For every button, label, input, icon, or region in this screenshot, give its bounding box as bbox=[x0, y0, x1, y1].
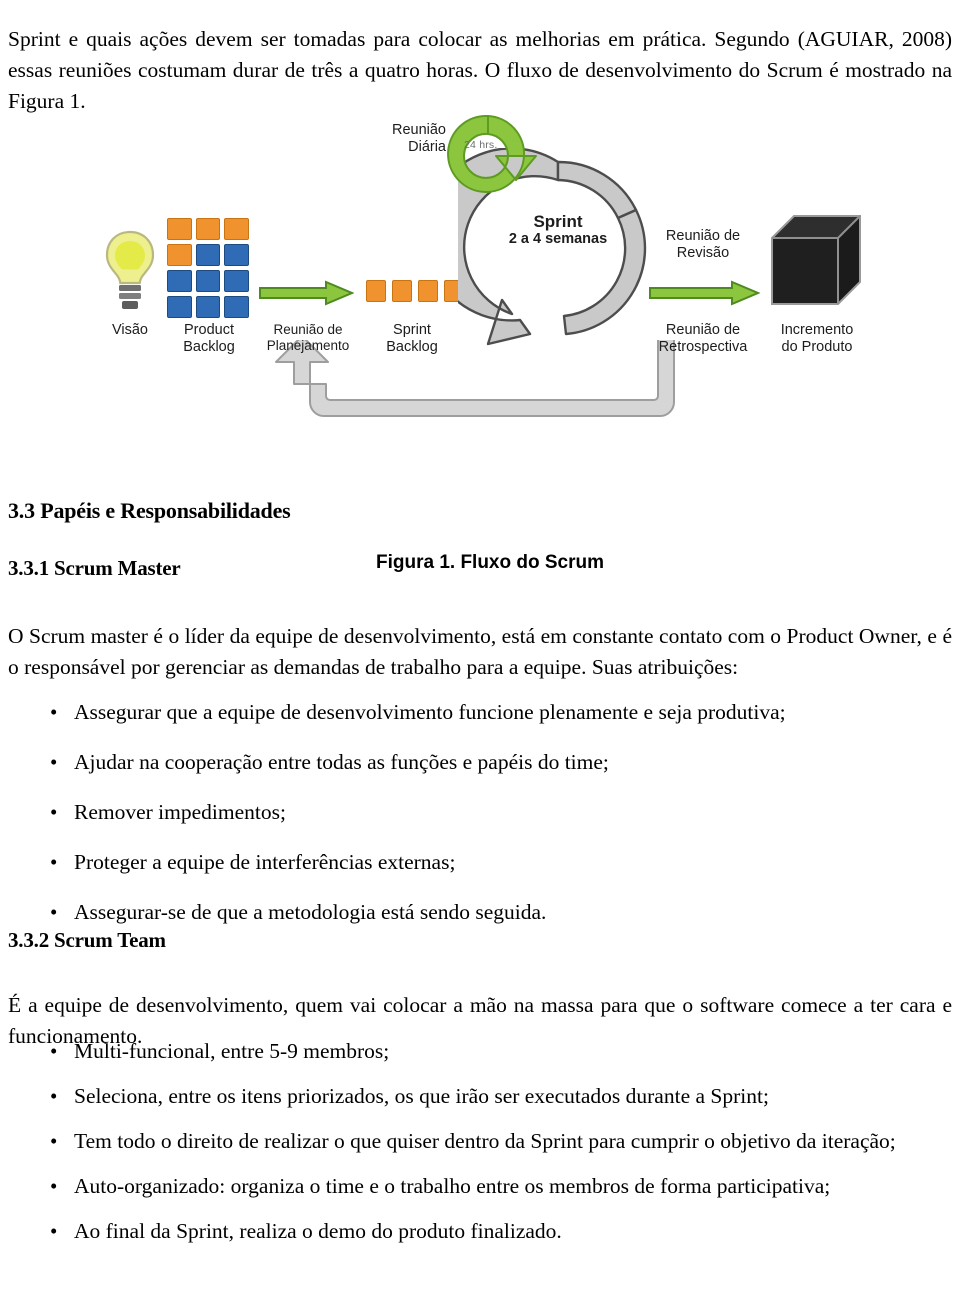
list-item: • Ao final da Sprint, realiza o demo do … bbox=[8, 1216, 952, 1247]
backlog-cell bbox=[224, 218, 249, 240]
vision-label: Visão bbox=[84, 322, 176, 339]
product-backlog-grid bbox=[167, 218, 249, 318]
product-backlog-label-line2: Backlog bbox=[183, 338, 235, 355]
review-meeting-label: Reunião de Revisão bbox=[642, 228, 764, 262]
sprint-backlog-items bbox=[366, 280, 464, 302]
scrum-team-bullet-list: • Multi-funcional, entre 5-9 membros; • … bbox=[8, 1036, 952, 1261]
product-increment-label: Incremento do Produto bbox=[762, 322, 872, 356]
list-item: • Tem todo o direito de realizar o que q… bbox=[8, 1126, 952, 1157]
backlog-cell bbox=[195, 270, 221, 292]
product-increment-label-line1: Incremento bbox=[780, 322, 854, 338]
list-item: • Auto-organizado: organiza o time e o t… bbox=[8, 1171, 952, 1202]
planning-meeting-label-line2: Planejamento bbox=[266, 337, 350, 353]
backlog-cell bbox=[224, 296, 249, 318]
list-item-text: Auto-organizado: organiza o time e o tra… bbox=[74, 1174, 831, 1198]
list-item-text: Proteger a equipe de interferências exte… bbox=[74, 850, 456, 874]
bullet-glyph: • bbox=[50, 1174, 58, 1198]
list-item-text: Ajudar na cooperação entre todas as funç… bbox=[74, 750, 609, 774]
bullet-glyph: • bbox=[50, 750, 58, 774]
list-item: • Assegurar-se de que a metodologia está… bbox=[8, 897, 952, 928]
bullet-glyph: • bbox=[50, 1084, 58, 1108]
backlog-cell bbox=[195, 296, 221, 318]
list-item: • Ajudar na cooperação entre todas as fu… bbox=[8, 747, 952, 778]
backlog-cell bbox=[167, 296, 192, 318]
list-item-text: Multi-funcional, entre 5-9 membros; bbox=[74, 1039, 390, 1063]
sprint-cycle-label: Sprint 2 a 4 semanas bbox=[478, 212, 638, 247]
heading-3-3-1: 3.3.1 Scrum Master bbox=[8, 556, 181, 580]
heading-3-3: 3.3 Papéis e Responsabilidades bbox=[8, 498, 291, 523]
backlog-cell bbox=[167, 244, 192, 266]
product-backlog-label: Product Backlog bbox=[166, 322, 252, 356]
sprint-backlog-cell bbox=[392, 280, 412, 302]
retrospective-feedback-loop-icon bbox=[240, 340, 710, 450]
planning-meeting-label-line1: Reunião de bbox=[273, 322, 343, 337]
product-increment-label-line2: do Produto bbox=[781, 338, 853, 355]
list-item: • Proteger a equipe de interferências ex… bbox=[8, 847, 952, 878]
backlog-cell bbox=[167, 218, 192, 240]
retrospective-meeting-label-line1: Reunião de bbox=[665, 322, 741, 338]
daily-meeting-label: Reunião Diária bbox=[354, 122, 446, 156]
review-arrow-icon bbox=[648, 280, 760, 306]
backlog-cell bbox=[224, 270, 249, 292]
product-backlog-label-line1: Product bbox=[184, 322, 234, 338]
document-page: Sprint e quais ações devem ser tomadas p… bbox=[0, 0, 960, 1308]
retrospective-meeting-label-line2: Retrospectiva bbox=[658, 338, 748, 355]
list-item-text: Seleciona, entre os itens priorizados, o… bbox=[74, 1084, 769, 1108]
list-item-text: Assegurar que a equipe de desenvolviment… bbox=[74, 700, 786, 724]
planning-meeting-label: Reunião de Planejamento bbox=[256, 322, 360, 353]
list-item: • Remover impedimentos; bbox=[8, 797, 952, 828]
list-item: • Seleciona, entre os itens priorizados,… bbox=[8, 1081, 952, 1112]
bullet-glyph: • bbox=[50, 850, 58, 874]
planning-arrow-icon bbox=[258, 280, 354, 306]
review-meeting-label-line2: Revisão bbox=[676, 244, 730, 261]
vision-label-text: Visão bbox=[111, 322, 148, 338]
sprint-duration: 2 a 4 semanas bbox=[508, 231, 608, 248]
scrum-flow-figure: Sprint 2 a 4 semanas 24 hrs. Visão Produ… bbox=[0, 100, 960, 573]
figure-caption: Figura 1. Fluxo do Scrum bbox=[375, 552, 605, 573]
sprint-backlog-label: Sprint Backlog bbox=[366, 322, 458, 356]
list-item-text: Tem todo o direito de realizar o que qui… bbox=[74, 1129, 896, 1153]
bullet-glyph: • bbox=[50, 1129, 58, 1153]
bullet-glyph: • bbox=[50, 900, 58, 924]
bullet-glyph: • bbox=[50, 700, 58, 724]
daily-meeting-label-line1: Reunião bbox=[391, 122, 446, 138]
backlog-cell bbox=[195, 218, 221, 240]
daily-meeting-label-line2: Diária bbox=[408, 138, 446, 155]
list-item: • Multi-funcional, entre 5-9 membros; bbox=[8, 1036, 952, 1067]
retrospective-meeting-label: Reunião de Retrospectiva bbox=[642, 322, 764, 356]
sprint-backlog-label-line2: Backlog bbox=[386, 338, 438, 355]
daily-duration-label: 24 hrs. bbox=[464, 139, 498, 151]
bullet-glyph: • bbox=[50, 1039, 58, 1063]
list-item-text: Ao final da Sprint, realiza o demo do pr… bbox=[74, 1219, 562, 1243]
list-item: • Assegurar que a equipe de desenvolvime… bbox=[8, 697, 952, 728]
list-item-text: Assegurar-se de que a metodologia está s… bbox=[74, 900, 547, 924]
product-increment-cube-icon bbox=[768, 212, 864, 314]
review-meeting-label-line1: Reunião de bbox=[665, 228, 741, 244]
heading-3-3-2: 3.3.2 Scrum Team bbox=[8, 928, 166, 952]
lightbulb-icon bbox=[102, 228, 158, 314]
sprint-title: Sprint bbox=[533, 212, 583, 231]
figure-canvas: Sprint 2 a 4 semanas 24 hrs. Visão Produ… bbox=[70, 100, 890, 460]
backlog-cell bbox=[195, 244, 221, 266]
scrum-master-bullet-list: • Assegurar que a equipe de desenvolvime… bbox=[8, 697, 952, 947]
bullet-glyph: • bbox=[50, 1219, 58, 1243]
sprint-backlog-cell bbox=[366, 280, 386, 302]
backlog-cell bbox=[224, 244, 249, 266]
list-item-text: Remover impedimentos; bbox=[74, 800, 286, 824]
backlog-cell bbox=[167, 270, 192, 292]
bullet-glyph: • bbox=[50, 800, 58, 824]
scrum-master-paragraph: O Scrum master é o líder da equipe de de… bbox=[8, 623, 952, 679]
daily-cycle-icon bbox=[436, 104, 540, 208]
sprint-backlog-label-line1: Sprint bbox=[393, 322, 431, 338]
sprint-backlog-cell bbox=[418, 280, 438, 302]
